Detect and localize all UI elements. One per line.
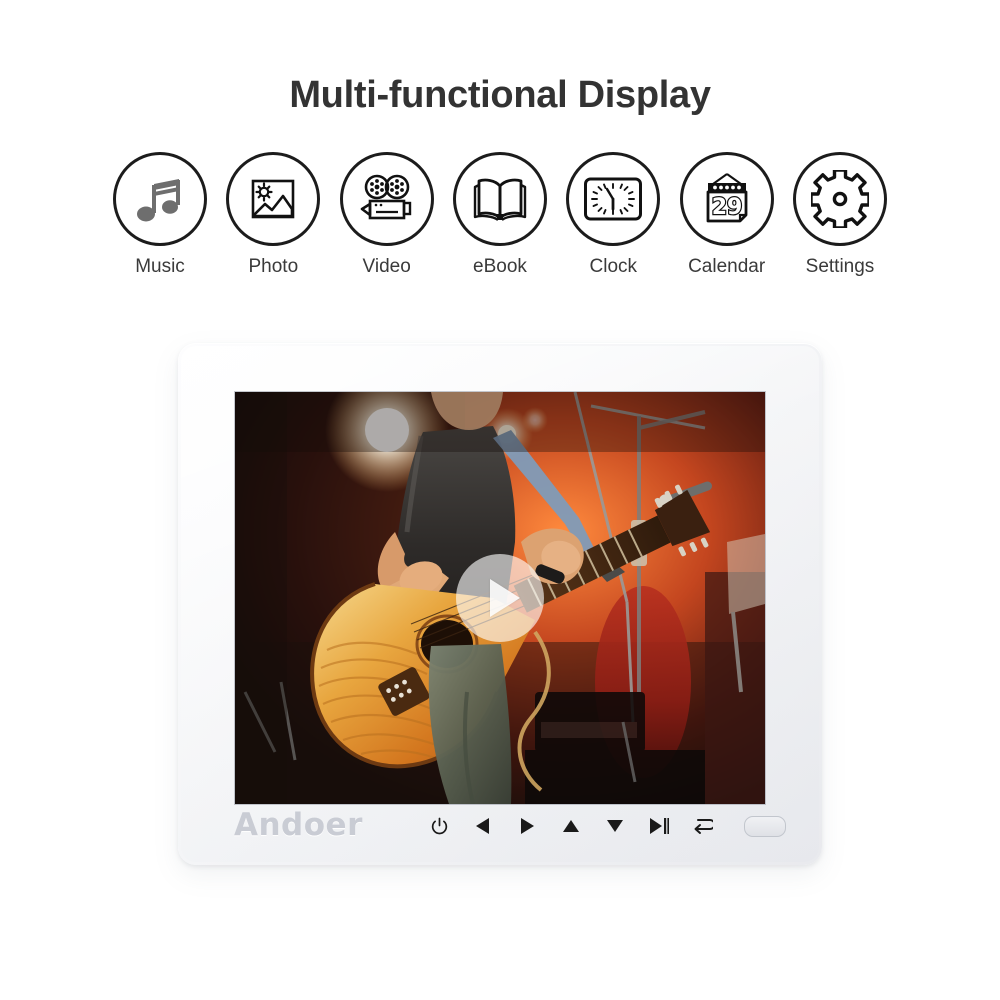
feature-item-calendar[interactable]: 29 Calendar [671,152,783,278]
up-button[interactable] [560,815,582,837]
music-icon-circle[interactable] [113,152,207,246]
feature-item-clock[interactable]: Clock [557,152,669,278]
feature-label-settings: Settings [805,256,875,277]
feature-item-settings[interactable]: Settings [784,152,896,278]
triangle-up-icon [562,818,580,834]
play-button-overlay[interactable] [456,554,544,642]
power-button[interactable] [428,815,450,837]
play-pause-icon [649,817,669,835]
device-control-strip [428,811,786,841]
return-button[interactable] [692,815,714,837]
feature-label-clock: Clock [589,256,638,277]
feature-item-ebook[interactable]: eBook [444,152,556,278]
play-triangle-icon [490,579,520,617]
digital-photo-frame-device: Andoer [178,343,822,865]
calendar-day-number: 29 [711,195,742,220]
feature-item-photo[interactable]: Photo [217,152,329,278]
clock-icon-circle[interactable] [566,152,661,246]
music-note-icon [132,171,188,227]
right-button[interactable] [516,815,538,837]
video-icon-circle[interactable] [339,152,434,246]
movie-camera-icon [358,170,416,228]
play-pause-button[interactable] [648,815,670,837]
feature-label-music: Music [135,256,185,277]
feature-label-calendar: Calendar [688,256,766,277]
device-screen[interactable] [235,392,765,804]
triangle-right-icon [519,817,535,835]
feature-label-photo: Photo [248,256,299,277]
gear-icon [810,170,869,228]
power-icon [430,817,449,836]
feature-label-video: Video [362,256,411,277]
feature-icon-row: Music Photo Video eBook Clock 29 Calenda… [104,152,896,284]
settings-icon-circle[interactable] [792,152,887,246]
ebook-icon-circle[interactable] [452,152,547,246]
open-book-icon [471,170,529,228]
ir-sensor-window[interactable] [744,815,786,837]
feature-label-ebook: eBook [473,256,527,277]
calendar-icon-circle[interactable]: 29 [679,152,774,246]
triangle-left-icon [475,817,491,835]
photo-icon-circle[interactable] [226,152,321,246]
clock-icon [583,176,643,222]
feature-item-music[interactable]: Music [104,152,216,278]
feature-item-video[interactable]: Video [331,152,443,278]
triangle-down-icon [606,818,624,834]
page-title: Multi-functional Display [289,74,711,116]
return-arrow-icon [693,817,713,835]
picture-icon [245,171,301,227]
calendar-icon: 29 [700,171,754,227]
down-button[interactable] [604,815,626,837]
left-button[interactable] [472,815,494,837]
brand-logo: Andoer [234,807,363,843]
